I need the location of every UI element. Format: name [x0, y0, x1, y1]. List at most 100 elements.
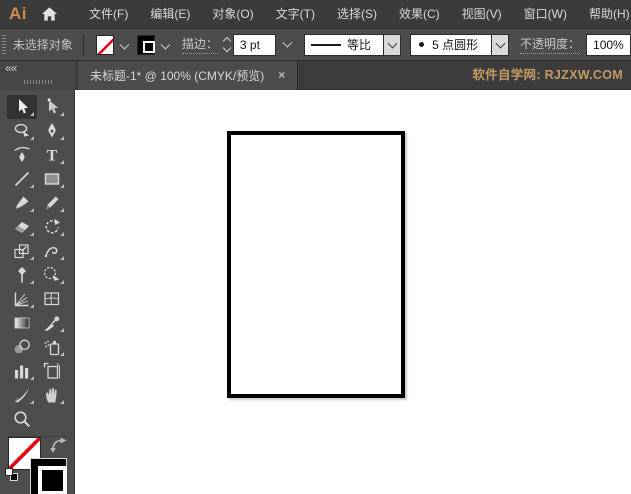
zoom-tool-icon [14, 411, 31, 428]
stroke-color-swatch[interactable] [136, 34, 156, 55]
fill-stroke-cluster [0, 431, 75, 494]
brush-select[interactable]: 5 点圆形 [410, 33, 493, 56]
home-icon[interactable] [41, 6, 58, 22]
puppet-warp-tool[interactable] [7, 263, 37, 287]
app-logo[interactable]: Ai [9, 4, 27, 24]
curvature-tool-icon [14, 146, 30, 163]
gradient-tool-icon [14, 317, 30, 329]
pen-tool-icon [48, 123, 56, 138]
menu-item-window[interactable]: 窗口(W) [513, 0, 578, 28]
stroke-panel-link[interactable]: 描边： [181, 35, 218, 54]
menu-item-select[interactable]: 选择(S) [326, 0, 388, 28]
fill-dropdown-chevron-icon[interactable] [119, 39, 130, 50]
rectangle-tool[interactable] [37, 167, 67, 191]
toolbar-grip[interactable] [24, 80, 52, 84]
artboard-tool[interactable] [37, 359, 67, 383]
symbol-sprayer-tool[interactable] [37, 335, 67, 359]
collapse-panel-icon[interactable]: «« [5, 61, 17, 75]
document-tab-bar: 未标题-1* @ 100% (CMYK/预览) × 软件自学网: RJZXW.C… [75, 60, 631, 90]
stroke-weight-stepper[interactable] [222, 36, 232, 53]
eyedropper-tool-icon [44, 316, 60, 331]
menu-item-type[interactable]: 文字(T) [265, 0, 326, 28]
hand-tool[interactable] [37, 383, 67, 407]
control-bar: 未选择对象 描边： 3 pt 等比 5 点圆形 不透明度： 100% [0, 29, 631, 61]
tab-close-icon[interactable]: × [278, 68, 285, 82]
pencil-tool-icon [46, 196, 59, 210]
width-profile-dropdown-button[interactable] [384, 33, 402, 56]
stroke-dropdown-chevron-icon[interactable] [160, 39, 171, 50]
menu-item-edit[interactable]: 编辑(E) [139, 0, 201, 28]
brush-dropdown-button[interactable] [492, 33, 509, 56]
promo-text: 软件自学网: RJZXW.COM [472, 68, 623, 82]
menu-item-view[interactable]: 视图(V) [451, 0, 513, 28]
default-fill-stroke-icon[interactable] [5, 468, 19, 482]
artboard-rectangle[interactable] [227, 131, 405, 398]
gradient-tool[interactable] [7, 311, 37, 335]
blend-tool[interactable] [7, 335, 37, 359]
symbol-sprayer-tool-icon [44, 340, 60, 356]
zoom-tool[interactable] [7, 407, 37, 431]
width-tool-icon [44, 246, 58, 258]
stroke-weight-input[interactable]: 3 pt [232, 33, 277, 56]
scale-tool-icon [14, 244, 29, 259]
document-tab-title: 未标题-1* @ 100% (CMYK/预览) [90, 68, 265, 83]
svg-text:T: T [47, 148, 58, 165]
toolbar-header: «« [0, 61, 75, 90]
paintbrush-tool[interactable] [7, 191, 37, 215]
eraser-tool-icon [15, 222, 29, 233]
rotate-tool-icon [45, 219, 60, 234]
mesh-tool[interactable] [37, 287, 67, 311]
curvature-tool[interactable] [7, 143, 37, 167]
shape-builder-tool[interactable] [37, 263, 67, 287]
knife-tool-icon [14, 388, 29, 403]
column-graph-tool[interactable] [7, 359, 37, 383]
canvas-area[interactable] [76, 90, 631, 494]
menu-bar: Ai 文件(F) 编辑(E) 对象(O) 文字(T) 选择(S) 效果(C) 视图(V) 窗口… [0, 0, 631, 29]
tools-grid: T [7, 95, 69, 431]
panel-grip[interactable] [2, 34, 6, 55]
direct-selection-tool[interactable] [37, 95, 67, 119]
puppet-warp-tool-icon [18, 267, 26, 283]
type-tool-icon: T [47, 148, 58, 165]
stroke-color-swatch[interactable] [30, 458, 67, 494]
perspective-grid-tool[interactable] [7, 287, 37, 311]
selection-tool-icon [19, 99, 28, 114]
pen-tool[interactable] [37, 119, 67, 143]
scale-tool[interactable] [7, 239, 37, 263]
selection-tool[interactable] [7, 95, 37, 119]
menu-item-help[interactable]: 帮助(H) [578, 0, 631, 28]
line-segment-tool-icon [14, 171, 30, 187]
document-tab[interactable]: 未标题-1* @ 100% (CMYK/预览) × [78, 60, 299, 90]
menu-item-object[interactable]: 对象(O) [201, 0, 264, 28]
lasso-tool-icon [14, 123, 29, 137]
opacity-panel-link[interactable]: 不透明度： [520, 35, 581, 54]
width-tool[interactable] [37, 239, 67, 263]
rotate-tool[interactable] [37, 215, 67, 239]
paintbrush-tool-icon [16, 196, 29, 209]
eyedropper-tool[interactable] [37, 311, 67, 335]
blend-tool-icon [14, 339, 30, 354]
menu-item-effect[interactable]: 效果(C) [388, 0, 451, 28]
eraser-tool[interactable] [7, 215, 37, 239]
menu-items: 文件(F) 编辑(E) 对象(O) 文字(T) 选择(S) 效果(C) 视图(V) 窗口(W)… [78, 0, 631, 28]
menu-item-file[interactable]: 文件(F) [78, 0, 139, 28]
swap-fill-stroke-icon[interactable] [50, 437, 67, 458]
mesh-tool-icon [44, 292, 60, 306]
width-profile-select[interactable]: 等比 [303, 33, 385, 56]
line-segment-tool[interactable] [7, 167, 37, 191]
opacity-input[interactable]: 100% [586, 33, 631, 56]
uniform-profile-icon [310, 43, 341, 46]
controlbar-separator [82, 33, 84, 56]
knife-tool[interactable] [7, 383, 37, 407]
shape-builder-tool-icon [43, 266, 60, 281]
stroke-weight-dropdown-chevron-icon[interactable] [282, 37, 293, 48]
fill-color-swatch[interactable] [95, 34, 115, 55]
brush-value: 5 点圆形 [432, 38, 479, 52]
direct-selection-tool-icon [47, 98, 58, 114]
tools-panel: T [0, 90, 75, 494]
lasso-tool[interactable] [7, 119, 37, 143]
pencil-tool[interactable] [37, 191, 67, 215]
type-tool[interactable]: T [37, 143, 67, 167]
hand-tool-icon [46, 388, 57, 403]
artboard-tool-icon [43, 362, 60, 379]
